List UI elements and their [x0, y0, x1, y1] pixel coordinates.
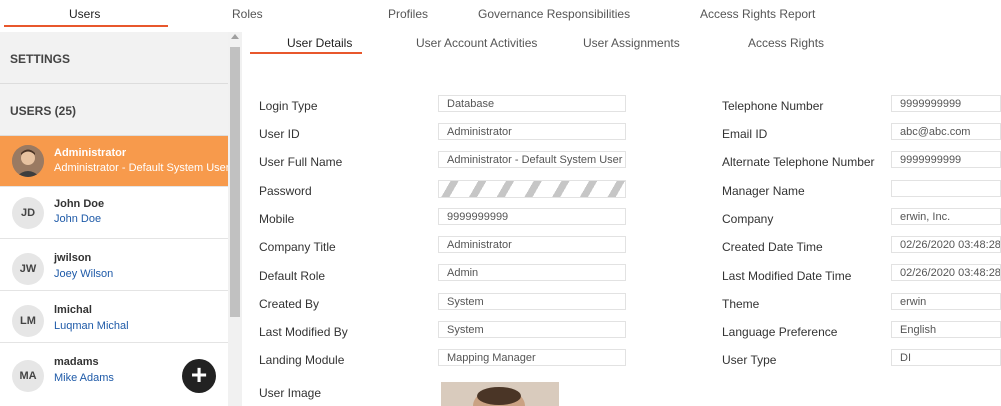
users-section-header[interactable]: USERS (25) — [0, 84, 228, 136]
user-full-name: John Doe — [54, 213, 102, 225]
user-list-item[interactable]: Administrator Administrator - Default Sy… — [0, 136, 228, 187]
top-tab-bar: Users Roles Profiles Governance Responsi… — [0, 0, 1001, 32]
tab-access-rights[interactable]: Access Rights — [748, 36, 824, 50]
user-id-field[interactable]: Administrator — [438, 123, 626, 140]
tab-user-details[interactable]: User Details — [287, 36, 352, 50]
company-title-field[interactable]: Administrator — [438, 236, 626, 253]
label-telephone-number: Telephone Number — [722, 99, 824, 113]
theme-field[interactable]: erwin — [891, 293, 1001, 310]
label-created-date-time: Created Date Time — [722, 240, 823, 254]
add-user-button[interactable]: + — [182, 359, 216, 393]
label-language-preference: Language Preference — [722, 325, 838, 339]
tab-roles[interactable]: Roles — [232, 7, 263, 21]
label-last-modified-date-time: Last Modified Date Time — [722, 269, 852, 283]
manager-name-field[interactable] — [891, 180, 1001, 197]
created-date-time-field[interactable]: 02/26/2020 03:48:28 — [891, 236, 1001, 253]
user-full-name: Mike Adams — [54, 372, 114, 384]
active-subtab-indicator — [250, 52, 362, 54]
user-username: lmichal — [54, 304, 92, 316]
avatar-photo — [12, 145, 44, 177]
language-preference-field[interactable]: English — [891, 321, 1001, 338]
avatar: JW — [12, 253, 44, 285]
active-tab-indicator — [4, 25, 168, 27]
login-type-field[interactable]: Database — [438, 95, 626, 112]
label-password: Password — [259, 184, 312, 198]
label-company: Company — [722, 212, 774, 226]
default-role-field[interactable]: Admin — [438, 264, 626, 281]
user-list-item[interactable]: LM lmichal Luqman Michal — [0, 292, 228, 343]
tab-profiles[interactable]: Profiles — [388, 7, 428, 21]
mobile-field[interactable]: 9999999999 — [438, 208, 626, 225]
tab-user-assignments[interactable]: User Assignments — [583, 36, 680, 50]
label-user-image: User Image — [259, 386, 322, 400]
user-list-item[interactable]: JW jwilson Joey Wilson — [0, 240, 228, 291]
user-list-item[interactable]: JD John Doe John Doe — [0, 188, 228, 239]
label-landing-module: Landing Module — [259, 353, 345, 367]
user-image[interactable] — [441, 382, 559, 406]
user-full-name: Joey Wilson — [54, 268, 114, 280]
user-username: madams — [54, 356, 99, 368]
tab-user-account-activities[interactable]: User Account Activities — [416, 36, 537, 50]
settings-section[interactable]: SETTINGS — [0, 32, 228, 84]
last-modified-date-time-field[interactable]: 02/26/2020 03:48:28 — [891, 264, 1001, 281]
label-user-full-name: User Full Name — [259, 155, 343, 169]
user-full-name-field[interactable]: Administrator - Default System User — [438, 151, 626, 168]
label-manager-name: Manager Name — [722, 184, 805, 198]
settings-label: SETTINGS — [10, 52, 71, 66]
scrollbar-thumb[interactable] — [230, 47, 240, 317]
created-by-field[interactable]: System — [438, 293, 626, 310]
label-alternate-telephone: Alternate Telephone Number — [722, 155, 875, 169]
user-sidebar: SETTINGS USERS (25) Administrator Admini… — [0, 32, 228, 406]
email-id-field[interactable]: abc@abc.com — [891, 123, 1001, 140]
label-created-by: Created By — [259, 297, 320, 311]
user-photo-icon — [12, 145, 44, 177]
company-field[interactable]: erwin, Inc. — [891, 208, 1001, 225]
tab-governance-responsibilities[interactable]: Governance Responsibilities — [478, 7, 630, 21]
label-last-modified-by: Last Modified By — [259, 325, 348, 339]
label-email-id: Email ID — [722, 127, 768, 141]
tab-access-rights-report[interactable]: Access Rights Report — [700, 7, 815, 21]
label-user-type: User Type — [722, 353, 777, 367]
label-user-id: User ID — [259, 127, 300, 141]
user-username: Administrator — [54, 147, 127, 159]
label-default-role: Default Role — [259, 269, 326, 283]
scroll-up-icon[interactable] — [231, 34, 239, 39]
telephone-number-field[interactable]: 9999999999 — [891, 95, 1001, 112]
password-field[interactable] — [438, 180, 626, 198]
user-full-name: Luqman Michal — [54, 320, 129, 332]
avatar: MA — [12, 360, 44, 392]
tab-users[interactable]: Users — [69, 7, 100, 21]
user-type-field[interactable]: DI — [891, 349, 1001, 366]
alternate-telephone-field[interactable]: 9999999999 — [891, 151, 1001, 168]
label-mobile: Mobile — [259, 212, 295, 226]
user-full-name: Administrator - Default System User — [54, 162, 228, 174]
landing-module-field[interactable]: Mapping Manager — [438, 349, 626, 366]
user-image-photo-icon — [441, 382, 559, 406]
user-username: John Doe — [54, 198, 105, 210]
users-count-label: USERS (25) — [10, 104, 77, 118]
label-theme: Theme — [722, 297, 760, 311]
label-login-type: Login Type — [259, 99, 318, 113]
user-username: jwilson — [54, 252, 92, 264]
avatar: JD — [12, 197, 44, 229]
last-modified-by-field[interactable]: System — [438, 321, 626, 338]
avatar: LM — [12, 305, 44, 337]
label-company-title: Company Title — [259, 240, 336, 254]
